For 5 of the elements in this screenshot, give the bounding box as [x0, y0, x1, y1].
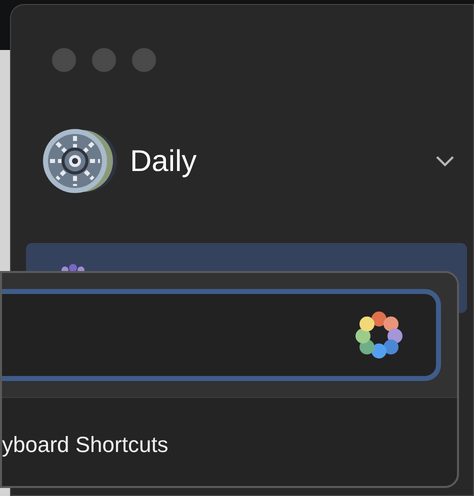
- color-wheel-icon[interactable]: [354, 310, 404, 360]
- chevron-down-icon[interactable]: [435, 155, 455, 167]
- search-field[interactable]: [2, 289, 441, 381]
- window-title: Daily: [130, 144, 197, 180]
- menu-item[interactable]: yboard Shortcuts: [2, 398, 457, 461]
